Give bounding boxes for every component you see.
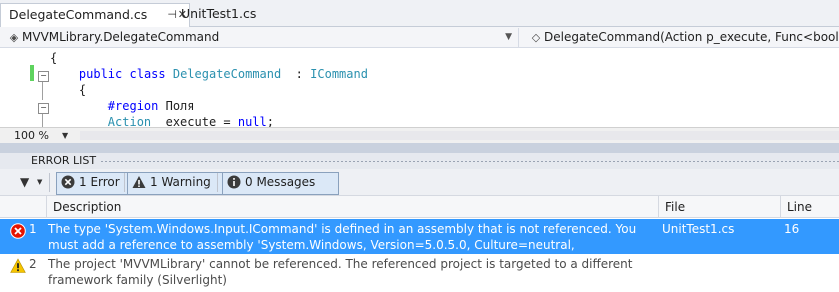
- chevron-down-icon[interactable]: ▼: [62, 128, 68, 143]
- tab-label: UnitTest1.cs: [181, 6, 257, 21]
- navigation-bar: ◈ MVVMLibrary.DelegateCommand ▼ ◇ Delegate…: [0, 27, 839, 48]
- messages-filter-label: 0 Messages: [245, 175, 316, 189]
- document-tab-strip: DelegateCommand.cs ⊣ ✕ UnitTest1.cs: [0, 0, 839, 28]
- zoom-level[interactable]: 100 %: [14, 128, 49, 143]
- type-delegatecommand: DelegateCommand: [172, 67, 282, 81]
- column-header-file[interactable]: File: [658, 196, 787, 217]
- region-directive: #region: [107, 99, 159, 113]
- class-icon: ◈: [9, 31, 19, 44]
- row-file: UnitTest1.cs: [662, 222, 735, 236]
- member-dropdown[interactable]: ◇ DelegateCommand(Action p_execute, Func<…: [522, 28, 839, 47]
- filter-icon[interactable]: ▼: [20, 175, 29, 189]
- error-list-header: Description File Line: [0, 196, 839, 218]
- toolbar-separator: [124, 173, 125, 192]
- outline-line: [42, 82, 43, 100]
- column-header-description[interactable]: Description: [46, 196, 665, 217]
- panel-splitter[interactable]: [0, 143, 839, 153]
- code-line-2: public class DelegateCommand : ICommand: [78, 67, 368, 81]
- type-dropdown-label: MVVMLibrary.DelegateCommand: [22, 30, 220, 44]
- messages-filter-button[interactable]: 0 Messages: [222, 172, 339, 195]
- keyword-class: class: [129, 67, 166, 81]
- warning-icon: [10, 258, 26, 273]
- warning-icon: [132, 176, 146, 188]
- row-line: 16: [784, 222, 800, 236]
- keyword-null: null: [237, 115, 267, 127]
- toolbar-separator: [217, 173, 218, 192]
- warnings-filter-label: 1 Warning: [150, 175, 211, 189]
- keyword-public: public: [78, 67, 123, 81]
- type-action: Action: [107, 115, 152, 127]
- error-list-toolbar: ▼ ▼ 1 Error 1 Warning 0 Messages: [0, 169, 839, 196]
- row-number: 2: [29, 257, 37, 271]
- code-line-4: #region Поля: [107, 99, 195, 113]
- tab-unittest1[interactable]: UnitTest1.cs: [173, 3, 269, 27]
- collapse-icon[interactable]: −: [38, 103, 49, 114]
- chevron-down-icon: ▼: [505, 32, 512, 42]
- code-line-5: Action _execute = null;: [107, 115, 274, 127]
- code-line-3: {: [50, 83, 87, 97]
- horizontal-scrollbar[interactable]: [80, 131, 839, 140]
- error-icon: [61, 175, 75, 189]
- method-icon: ◇: [531, 31, 541, 44]
- chevron-down-icon[interactable]: ▼: [37, 178, 42, 186]
- title-grip: [100, 160, 839, 163]
- error-list-title: ERROR LIST: [31, 154, 97, 167]
- row-description: The project 'MVVMLibrary' cannot be refe…: [48, 257, 633, 287]
- row-number: 1: [29, 222, 37, 236]
- tab-delegatecommand[interactable]: DelegateCommand.cs ⊣ ✕: [0, 3, 190, 28]
- collapse-icon[interactable]: −: [38, 71, 49, 82]
- type-icommand: ICommand: [310, 67, 368, 81]
- type-dropdown[interactable]: ◈ MVVMLibrary.DelegateCommand ▼: [0, 28, 519, 47]
- errors-filter-label: 1 Error: [79, 175, 120, 189]
- error-list-row[interactable]: 2 The project 'MVVMLibrary' cannot be re…: [0, 254, 839, 292]
- tab-label: DelegateCommand.cs: [9, 7, 148, 22]
- toolbar-separator: [49, 173, 50, 192]
- outline-line: [42, 114, 43, 127]
- column-header-line[interactable]: Line: [780, 196, 839, 217]
- change-marker: [30, 65, 34, 81]
- member-dropdown-label: DelegateCommand(Action p_execute, Func<b…: [544, 30, 839, 44]
- error-list-row[interactable]: 1 The type 'System.Windows.Input.IComman…: [0, 219, 839, 268]
- error-icon: [10, 223, 26, 239]
- code-line-1: {: [50, 51, 58, 65]
- zoom-bar: 100 % ▼: [0, 127, 839, 143]
- code-editor[interactable]: { public class DelegateCommand : IComman…: [0, 48, 839, 127]
- error-list-title-bar: ERROR LIST: [0, 153, 839, 169]
- info-icon: [227, 175, 241, 189]
